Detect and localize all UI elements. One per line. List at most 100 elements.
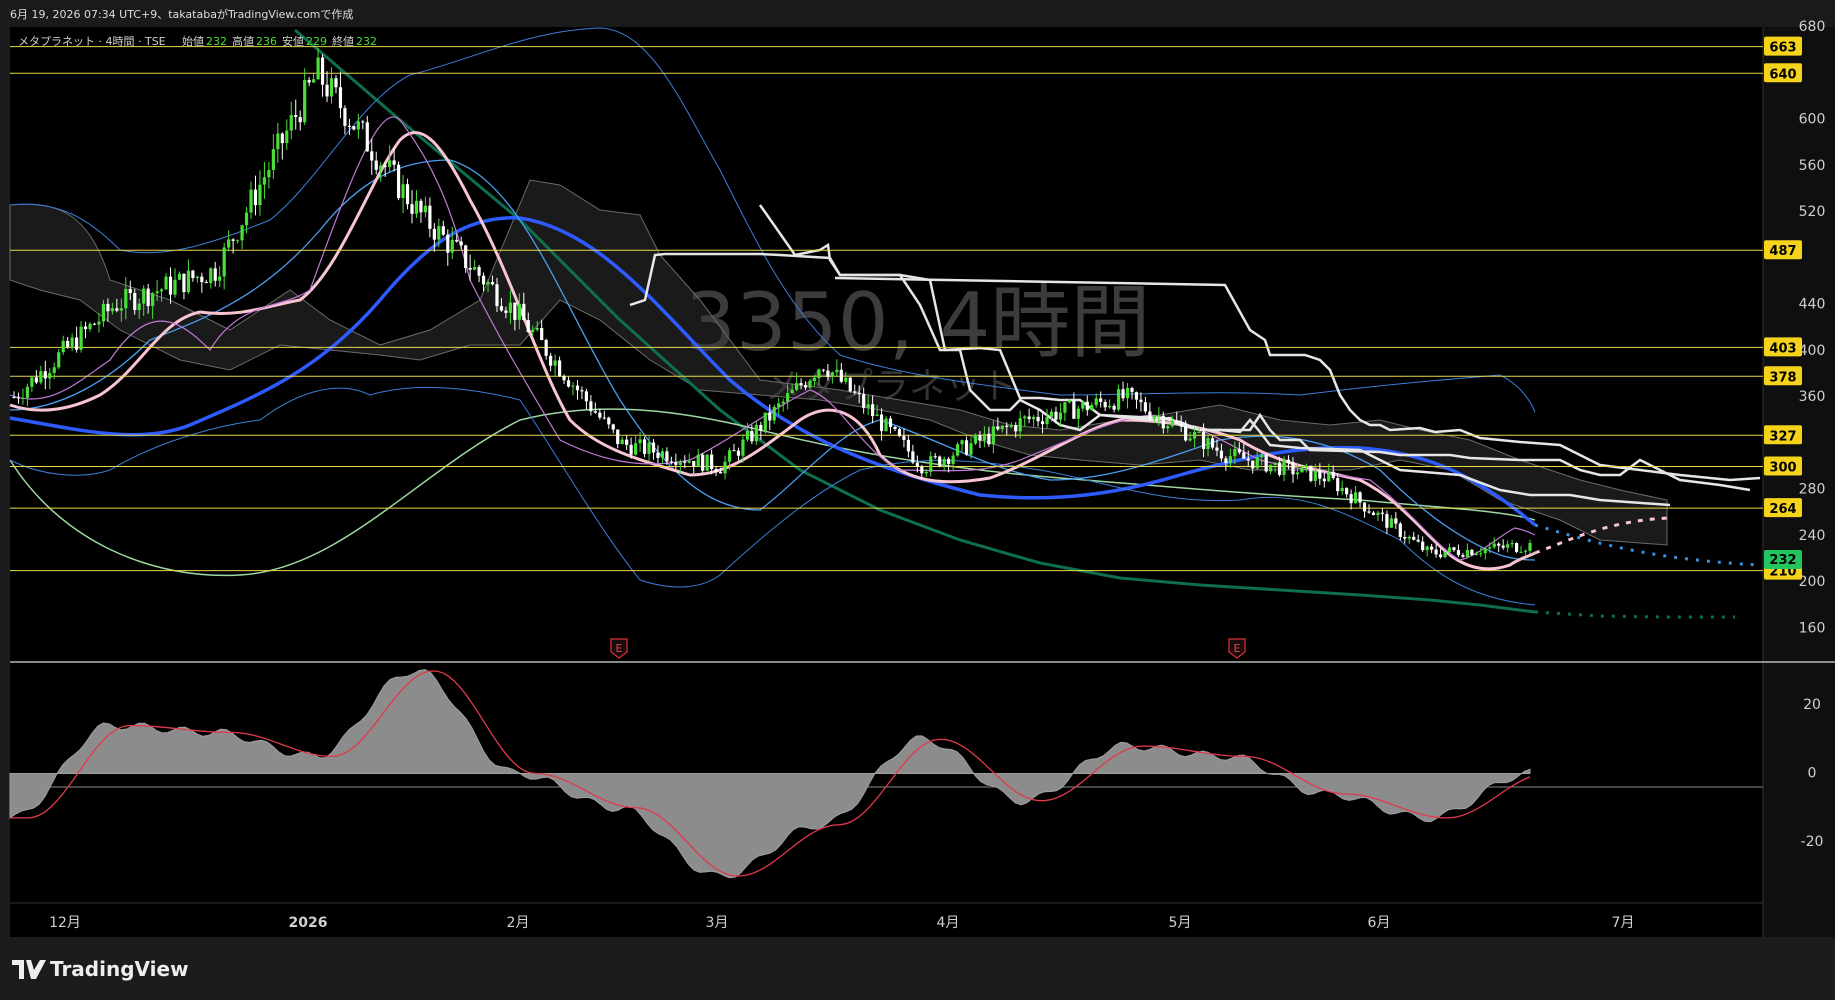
- candle-body: [710, 454, 714, 470]
- candle-body: [960, 440, 964, 445]
- candle-body: [1479, 553, 1483, 555]
- price-tick-8: 560: [1799, 158, 1826, 174]
- time-tick-5: 5月: [1169, 915, 1192, 931]
- candle-body: [446, 234, 450, 253]
- candle-body: [1506, 544, 1510, 548]
- candle-body: [1269, 464, 1273, 472]
- candle-body: [101, 303, 106, 322]
- candle-body: [182, 273, 186, 293]
- candle-body: [701, 454, 705, 471]
- candle-body: [231, 239, 235, 241]
- candle-body: [1403, 536, 1407, 539]
- candle-body: [1470, 549, 1474, 555]
- candle-body: [1076, 408, 1080, 419]
- level-label-4: 378: [1769, 370, 1796, 385]
- candle-body: [1523, 550, 1528, 552]
- high-value: 236: [256, 35, 277, 48]
- candle-body: [88, 323, 92, 330]
- candle-body: [1425, 546, 1429, 551]
- candle-body: [566, 380, 571, 387]
- price-tick-4: 360: [1799, 389, 1826, 405]
- candle-body: [978, 434, 982, 441]
- candle-body: [1309, 465, 1313, 481]
- candle-body: [1157, 415, 1161, 417]
- price-tick-0: 160: [1799, 620, 1826, 636]
- candle-body: [419, 200, 423, 213]
- candle-body: [714, 469, 718, 472]
- candle-body: [875, 414, 879, 417]
- candle-body: [750, 431, 754, 442]
- candle-body: [173, 279, 177, 295]
- candle-body: [30, 377, 34, 387]
- candle-body: [262, 177, 267, 185]
- candle-body: [866, 404, 870, 408]
- candle-body: [951, 455, 955, 464]
- candle-body: [1201, 431, 1206, 450]
- candle-body: [1430, 546, 1434, 550]
- candle-body: [1049, 411, 1054, 418]
- candle-body: [786, 393, 790, 402]
- candle-body: [1416, 539, 1420, 542]
- price-tick-9: 600: [1799, 112, 1826, 128]
- candle-body: [616, 429, 620, 445]
- candle-body: [665, 451, 669, 462]
- candle-body: [1081, 401, 1085, 409]
- candle-body: [423, 205, 428, 213]
- candle-body: [1027, 416, 1031, 420]
- svg-text:E: E: [616, 642, 623, 655]
- candle-body: [414, 200, 419, 214]
- candle-body: [499, 306, 504, 311]
- candle-body: [1353, 492, 1358, 504]
- candle-body: [929, 456, 933, 472]
- candle-body: [1465, 549, 1469, 557]
- candle-body: [964, 440, 969, 455]
- candle-body: [16, 397, 21, 399]
- candle-body: [772, 406, 776, 421]
- candle-body: [1456, 550, 1461, 556]
- candle-body: [396, 164, 401, 199]
- candle-body: [455, 239, 459, 242]
- price-tick-7: 520: [1799, 204, 1826, 220]
- candle-body: [119, 308, 123, 311]
- level-label-2: 487: [1769, 244, 1796, 259]
- candle-body: [1094, 398, 1098, 406]
- candle-body: [253, 189, 258, 206]
- candle-body: [557, 360, 562, 376]
- candle-body: [777, 403, 781, 407]
- candle-body: [1412, 536, 1416, 540]
- candle-body: [1197, 431, 1201, 433]
- candle-body: [191, 270, 195, 279]
- candle-body: [1286, 459, 1291, 463]
- symbol-legend[interactable]: メタプラネット · 4時間 · TSE 始値 232 高値 236 安値 229…: [18, 34, 377, 48]
- candle-body: [370, 151, 374, 161]
- tradingview-logo-text: TradingView: [50, 957, 189, 981]
- candle-body: [705, 454, 709, 471]
- candle-body: [651, 442, 656, 453]
- candle-body: [186, 270, 191, 293]
- candle-body: [1139, 399, 1143, 403]
- candle-body: [1255, 457, 1259, 469]
- candle-body: [289, 115, 293, 131]
- candle-body: [334, 78, 338, 88]
- candle-body: [1036, 416, 1040, 422]
- candle-body: [97, 321, 101, 325]
- candle-body: [808, 380, 812, 388]
- candle-body: [325, 84, 329, 97]
- candle-body: [1362, 502, 1367, 512]
- candle-body: [66, 340, 70, 347]
- candle-body: [133, 293, 137, 311]
- candle-body: [1067, 400, 1071, 403]
- candle-body: [741, 439, 745, 456]
- candle-body: [544, 340, 548, 356]
- candle-body: [1483, 548, 1487, 554]
- candle-body: [835, 369, 839, 373]
- candle-body: [1336, 478, 1340, 492]
- candle-body: [1179, 423, 1183, 427]
- candle-body: [754, 424, 758, 442]
- candle-body: [1318, 470, 1322, 479]
- candle-body: [392, 160, 396, 165]
- chart-canvas[interactable]: 3350, 4時間 メタプラネット E E 160200240280360400…: [0, 0, 1835, 1000]
- candle-body: [379, 165, 383, 170]
- candle-body: [25, 386, 30, 398]
- candle-body: [1058, 412, 1063, 420]
